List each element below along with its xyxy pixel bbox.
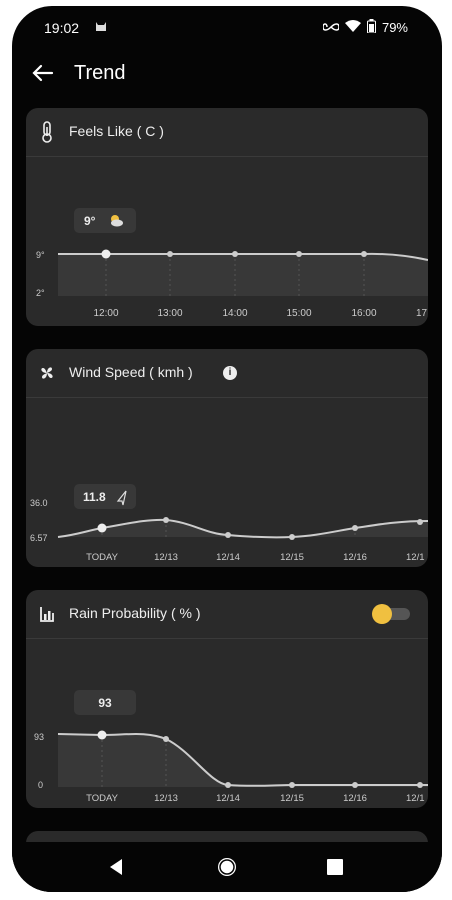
data-point[interactable]: [232, 251, 238, 257]
data-point[interactable]: [289, 534, 295, 540]
y-label: 93: [34, 732, 44, 742]
status-time: 19:02: [44, 20, 80, 36]
x-label: 16:00: [351, 308, 376, 319]
data-point[interactable]: [361, 251, 367, 257]
recents-square-icon: [327, 859, 343, 875]
wind-speed-chart[interactable]: 11.8 36.0 6.57 TODAY 12/13 12/14 12/15 1…: [26, 398, 428, 567]
rain-gauge-icon: [40, 607, 54, 622]
page-title: Trend: [74, 62, 126, 84]
data-point-selected[interactable]: [97, 730, 107, 740]
y-label: 9°: [36, 250, 45, 260]
card-header: Rain Probability ( % ): [26, 590, 428, 638]
y-label: 0: [38, 780, 43, 790]
x-label: 12/15: [280, 793, 304, 804]
data-point-selected[interactable]: [101, 249, 111, 259]
home-circle-icon: [218, 858, 236, 876]
x-label: 12/13: [154, 552, 178, 563]
toggle-thumb: [372, 604, 392, 624]
data-point[interactable]: [352, 525, 358, 531]
x-label: 12/13: [154, 793, 178, 804]
data-point[interactable]: [296, 251, 302, 257]
rain-toggle[interactable]: [372, 604, 410, 624]
data-point[interactable]: [167, 251, 173, 257]
data-point[interactable]: [163, 736, 169, 742]
tooltip-value: 9°: [84, 214, 96, 228]
tooltip-value: 93: [98, 696, 112, 710]
x-label: 13:00: [157, 308, 182, 319]
wifi-icon: [344, 20, 361, 35]
x-label: 12/1: [406, 793, 425, 804]
info-icon[interactable]: i: [223, 366, 237, 380]
y-label: 2°: [36, 288, 45, 298]
x-label: 12/15: [280, 552, 304, 563]
data-point[interactable]: [352, 782, 358, 788]
card-title: Rain Probability ( % ): [69, 605, 201, 621]
x-label: 14:00: [222, 308, 247, 319]
y-label: 36.0: [30, 498, 48, 508]
x-label: TODAY: [86, 552, 119, 563]
back-button[interactable]: [28, 58, 58, 88]
data-point-selected[interactable]: [97, 523, 107, 533]
x-label: 17: [416, 308, 428, 319]
feels-like-chart[interactable]: 9° 9° 2° 12:00 13:00 14:00 15:00 16:00 1…: [26, 157, 428, 326]
x-label: 12/14: [216, 793, 240, 804]
x-label: 12/1: [406, 552, 425, 563]
card-header: Wind Speed ( kmh ) i: [26, 349, 428, 397]
arrow-left-icon: [32, 64, 54, 82]
x-label: TODAY: [86, 793, 119, 804]
wind-speed-card[interactable]: Wind Speed ( kmh ) i 11.8 36.0 6.57 TODA…: [26, 349, 428, 567]
x-label: 12/16: [343, 793, 367, 804]
tooltip-value: 11.8: [83, 490, 106, 504]
rain-probability-chart[interactable]: 93 93 0 TODAY 12/13 12/14 12/15 12/16 12…: [26, 639, 428, 808]
back-triangle-icon: [110, 859, 122, 875]
app-bar: Trend: [12, 54, 442, 94]
infinity-icon: [322, 20, 340, 35]
cat-icon: [94, 19, 108, 36]
battery-percent: 79%: [381, 20, 408, 35]
data-point[interactable]: [417, 519, 423, 525]
data-point[interactable]: [163, 517, 169, 523]
data-point[interactable]: [225, 782, 231, 788]
status-icons: 79%: [322, 19, 408, 36]
chart-area: [58, 519, 428, 538]
y-label: 6.57: [30, 533, 48, 543]
feels-like-card[interactable]: Feels Like ( C ) 9° 9° 2° 12:00 13:00 14…: [26, 108, 428, 326]
x-label: 12/16: [343, 552, 367, 563]
battery-icon: [366, 19, 376, 36]
chart-area: [58, 253, 428, 296]
card-title: Feels Like ( C ): [69, 123, 164, 139]
nav-recents-button[interactable]: [322, 854, 348, 880]
nav-back-button[interactable]: [104, 854, 130, 880]
thermometer-icon: [42, 121, 52, 143]
chart-area: [58, 734, 428, 787]
data-point[interactable]: [225, 532, 231, 538]
rain-probability-card[interactable]: Rain Probability ( % ) 93 93 0 TODAY 12/…: [26, 590, 428, 808]
navigation-bar: [12, 842, 442, 892]
x-label: 12:00: [93, 308, 118, 319]
x-label: 15:00: [286, 308, 311, 319]
x-label: 12/14: [216, 552, 240, 563]
data-point[interactable]: [417, 782, 423, 788]
status-bar: 19:02 79%: [12, 6, 442, 46]
data-point[interactable]: [289, 782, 295, 788]
phone-screen: 19:02 79% Trend Feels Like (C) 9° 9° 2…: [12, 6, 442, 892]
card-header: Feels Like ( C ): [26, 108, 428, 156]
fan-icon: [41, 367, 53, 379]
card-title: Wind Speed ( kmh ): [69, 364, 193, 380]
nav-home-button[interactable]: [214, 854, 240, 880]
